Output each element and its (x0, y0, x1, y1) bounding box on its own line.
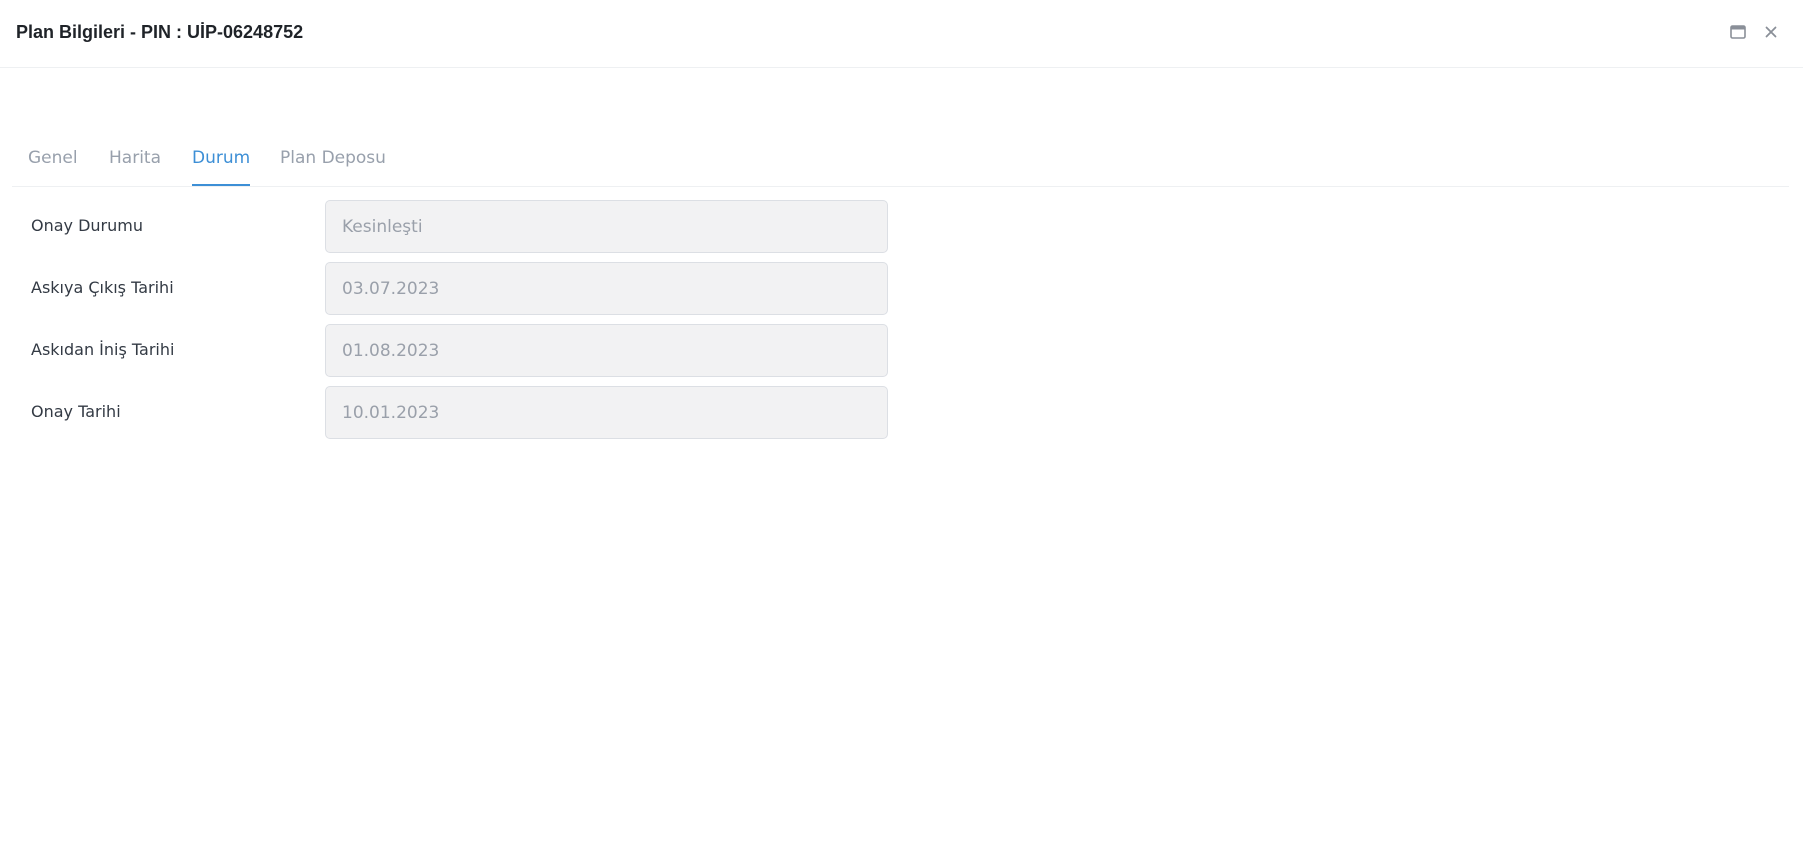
maximize-icon (1730, 24, 1746, 44)
tab-plan-deposu[interactable]: Plan Deposu (280, 148, 386, 186)
dialog-title: Plan Bilgileri - PIN : UİP-06248752 (16, 22, 304, 42)
close-icon (1765, 25, 1777, 43)
askiya-cikis-tarihi-label: Askıya Çıkış Tarihi (31, 278, 174, 297)
tab-bar: Genel Harita Durum Plan Deposu (12, 130, 1789, 187)
onay-durumu-label: Onay Durumu (31, 216, 143, 235)
onay-tarihi-field[interactable] (325, 386, 888, 439)
form-row-onay-tarihi: Onay Tarihi (0, 385, 900, 440)
form-row-onay-durumu: Onay Durumu (0, 199, 900, 254)
onay-durumu-field[interactable] (325, 200, 888, 253)
plan-info-dialog: Plan Bilgileri - PIN : UİP-06248752 Gene… (0, 0, 1803, 855)
tab-durum[interactable]: Durum (192, 148, 251, 186)
form-row-askidan-inis-tarihi: Askıdan İniş Tarihi (0, 323, 900, 378)
form-row-askiya-cikis-tarihi: Askıya Çıkış Tarihi (0, 261, 900, 316)
dialog-header: Plan Bilgileri - PIN : UİP-06248752 (0, 0, 1803, 68)
maximize-button[interactable] (1726, 22, 1750, 46)
close-button[interactable] (1759, 22, 1783, 46)
onay-tarihi-label: Onay Tarihi (31, 402, 121, 421)
tab-genel[interactable]: Genel (28, 148, 78, 186)
tab-harita[interactable]: Harita (109, 148, 161, 186)
askiya-cikis-tarihi-field[interactable] (325, 262, 888, 315)
askidan-inis-tarihi-label: Askıdan İniş Tarihi (31, 340, 175, 359)
askidan-inis-tarihi-field[interactable] (325, 324, 888, 377)
